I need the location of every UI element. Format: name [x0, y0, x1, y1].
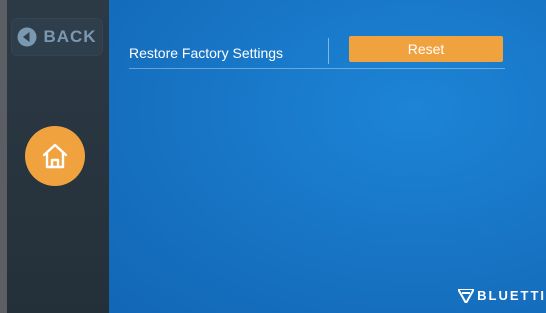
row-divider [328, 38, 329, 64]
brand-logo: BLUETTI [458, 288, 546, 303]
sidebar: BACK [7, 0, 109, 313]
back-button[interactable]: BACK [11, 18, 103, 56]
setting-row-restore-factory: Restore Factory Settings Reset [129, 36, 505, 69]
device-screen: BACK Restore Factory Settings Reset BLUE… [7, 0, 546, 313]
setting-label: Restore Factory Settings [129, 45, 284, 61]
back-arrow-icon [17, 27, 37, 47]
home-icon [42, 143, 68, 169]
bluetti-logo-icon [458, 288, 475, 303]
main-panel: Restore Factory Settings Reset BLUETTI [109, 0, 546, 313]
home-button[interactable] [25, 126, 85, 186]
back-label: BACK [43, 27, 97, 46]
reset-button[interactable]: Reset [349, 36, 503, 62]
brand-name: BLUETTI [477, 288, 546, 303]
